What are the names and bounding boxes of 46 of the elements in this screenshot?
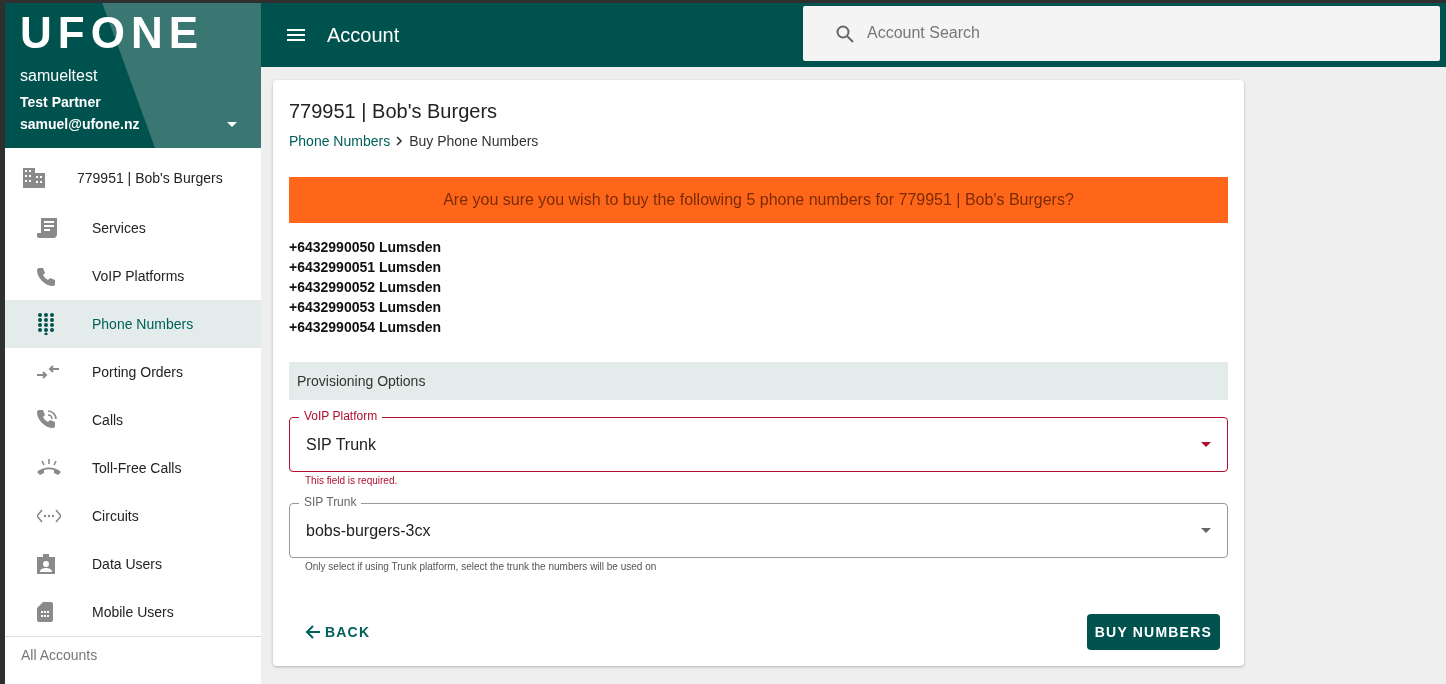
sim-card-icon bbox=[37, 602, 53, 622]
confirmation-banner: Are you sure you wish to buy the following 5 phone numbers for 779951 | Bob's Burgers? bbox=[289, 177, 1228, 223]
chevron-icon bbox=[396, 136, 404, 146]
menu-icon[interactable] bbox=[287, 29, 305, 41]
helper-text: Only select if using Trunk platform, select the trunk the numbers will be used on bbox=[305, 561, 658, 572]
sidebar-item[interactable]: Phone Numbers bbox=[5, 300, 261, 348]
arrows-icon bbox=[37, 365, 59, 379]
dropdown-arrow-icon bbox=[1201, 528, 1211, 533]
partner-name: Test Partner bbox=[20, 94, 102, 110]
dialpad-icon bbox=[37, 313, 55, 335]
badge-icon bbox=[37, 554, 55, 574]
arrow-left-icon bbox=[305, 624, 321, 640]
error-message: This field is required. bbox=[305, 475, 399, 486]
sidebar-item[interactable]: Services bbox=[5, 204, 261, 252]
receipt-icon bbox=[37, 218, 57, 238]
user-name: samueltest bbox=[20, 67, 99, 85]
all-accounts-link[interactable]: All Accounts bbox=[5, 636, 261, 673]
phone-number: +6432990054 Lumsden bbox=[289, 319, 443, 335]
dropdown-arrow-icon bbox=[1201, 442, 1211, 447]
account-name: 779951 | Bob's Burgers bbox=[77, 170, 223, 186]
breadcrumb-current: Buy Phone Numbers bbox=[409, 133, 539, 149]
breadcrumb-link[interactable]: Phone Numbers bbox=[289, 133, 391, 149]
phone-call-icon bbox=[37, 410, 57, 430]
sidebar-item[interactable]: Data Users bbox=[5, 540, 261, 588]
phone-ringing-icon bbox=[37, 459, 61, 477]
dotted-arrows-icon bbox=[37, 509, 61, 523]
building-icon bbox=[23, 168, 45, 188]
phone-number: +6432990052 Lumsden bbox=[289, 279, 443, 295]
card-title: 779951 | Bob's Burgers bbox=[289, 100, 499, 123]
sidebar-item[interactable]: Toll-Free Calls bbox=[5, 444, 261, 492]
phone-number: +6432990053 Lumsden bbox=[289, 299, 443, 315]
phone-number: +6432990050 Lumsden bbox=[289, 239, 443, 255]
phone-number: +6432990051 Lumsden bbox=[289, 259, 443, 275]
logo: UFONE bbox=[20, 9, 204, 57]
section-header: Provisioning Options bbox=[289, 362, 1228, 400]
sidebar-item[interactable]: Porting Orders bbox=[5, 348, 261, 396]
sidebar-item[interactable]: VoIP Platforms bbox=[5, 252, 261, 300]
page-title: Account bbox=[327, 23, 400, 47]
sidebar-item[interactable]: Calls bbox=[5, 396, 261, 444]
search-field[interactable]: Account Search bbox=[803, 5, 1440, 61]
buy-numbers-button[interactable]: BUY NUMBERS bbox=[1086, 614, 1220, 650]
sidebar-item[interactable]: Mobile Users bbox=[5, 588, 261, 636]
caret-icon[interactable] bbox=[227, 121, 237, 127]
sidebar-item[interactable]: Circuits bbox=[5, 492, 261, 540]
user-email: samuel@ufone.nz bbox=[20, 116, 140, 132]
back-button[interactable]: BACK bbox=[289, 618, 387, 646]
